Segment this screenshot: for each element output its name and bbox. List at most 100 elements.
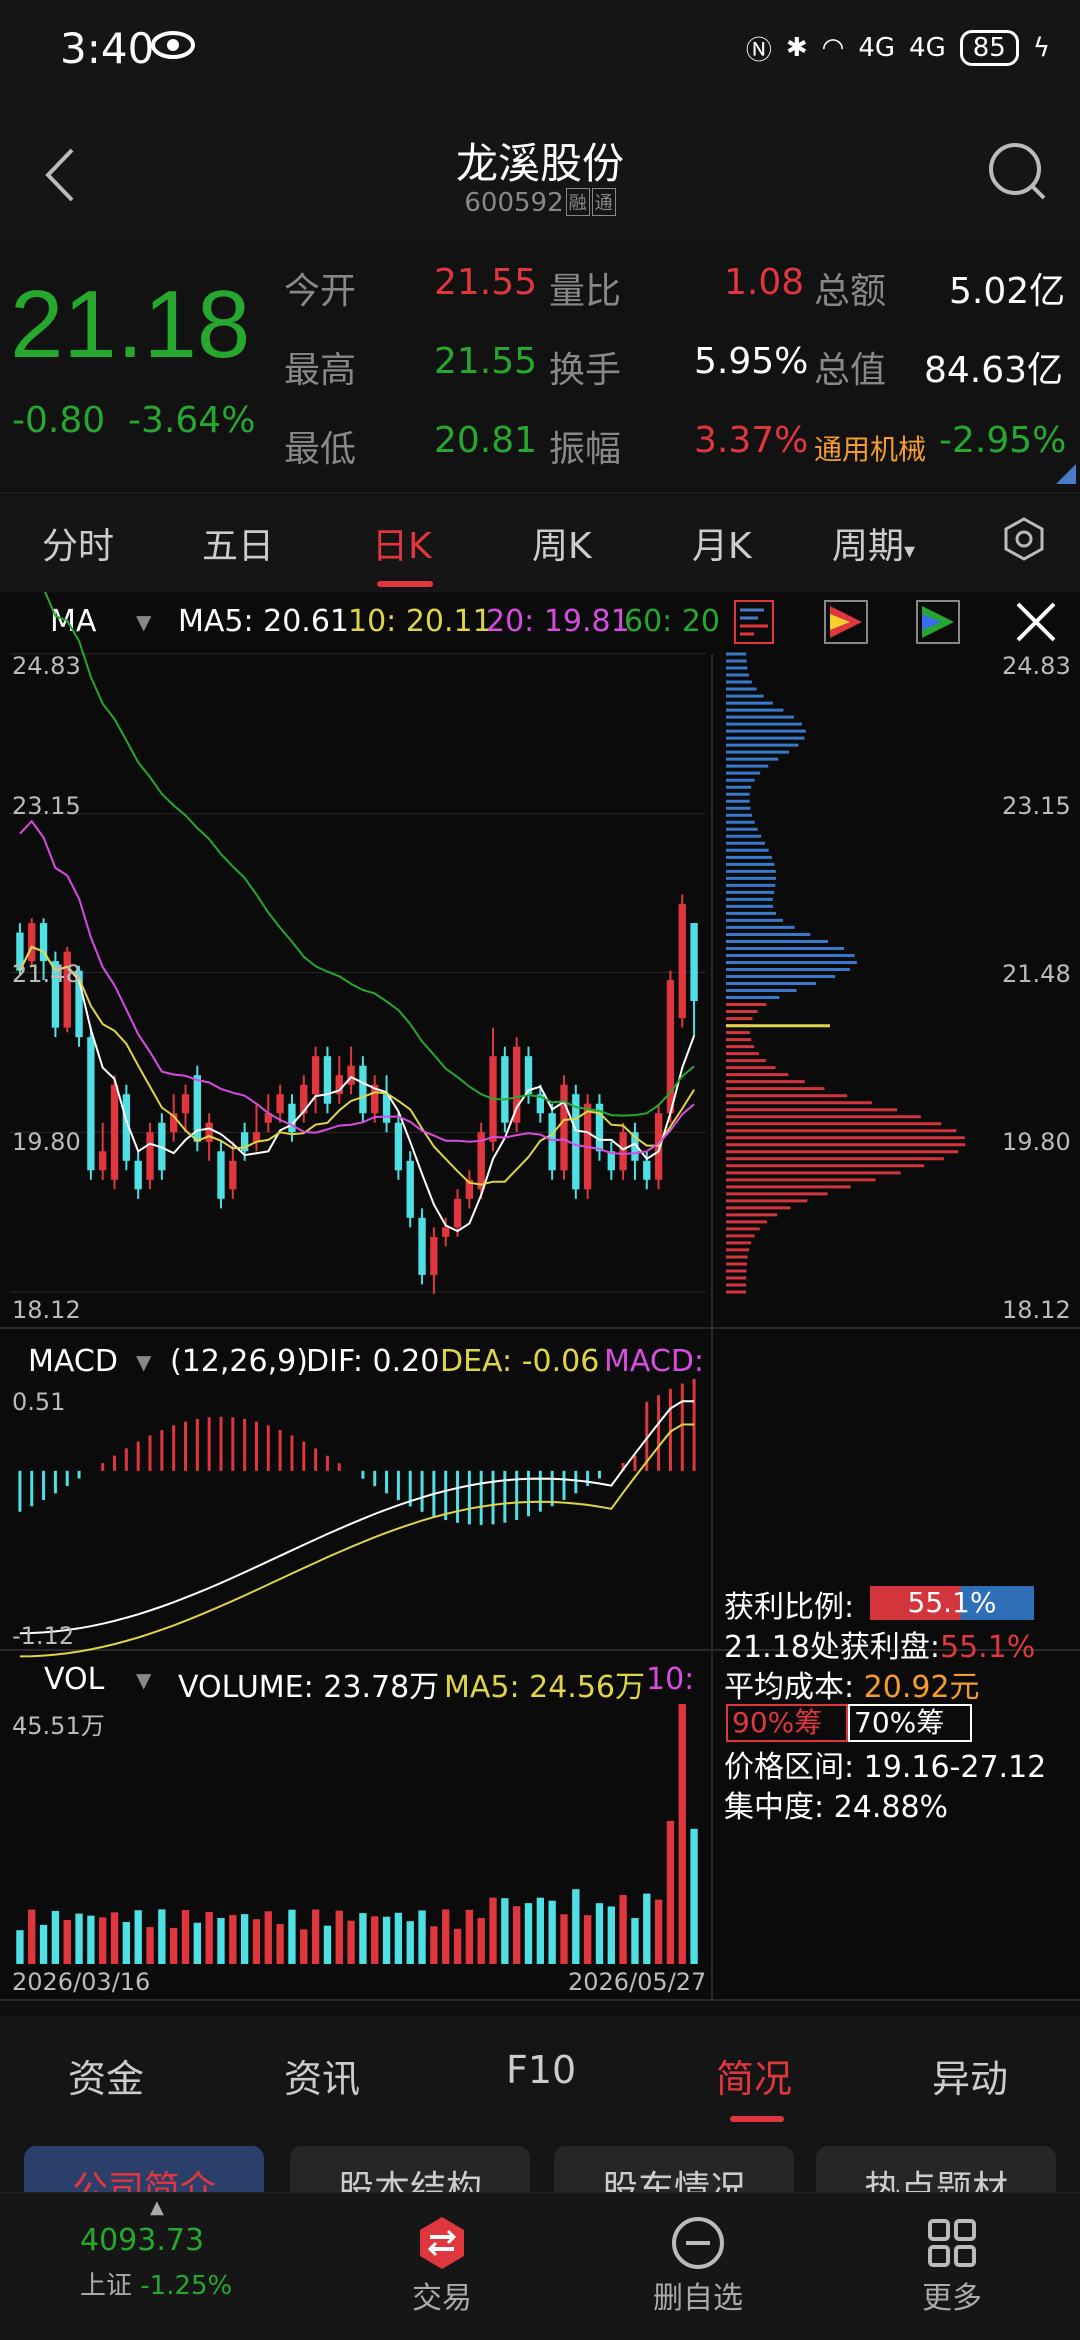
volume-bar (276, 1924, 284, 1964)
price-axis-label-right: 23.15 (1002, 792, 1071, 820)
macd-dif: DIF: 0.20 (306, 1344, 440, 1379)
macd-axis-label: -1.12 (12, 1622, 75, 1650)
volume-bar (690, 1828, 698, 1964)
stat-label: 振幅 (549, 429, 622, 470)
active-tab-indicator (377, 581, 433, 587)
volume-bar (654, 1899, 663, 1964)
candle-body (643, 1160, 651, 1180)
chip70-button[interactable]: 70%筹 (848, 1704, 972, 1742)
candle-body (134, 1160, 142, 1190)
tab-period-dropdown[interactable]: 周期▾ (832, 517, 915, 569)
volume-bar (453, 1928, 462, 1964)
volume-bar (524, 1903, 533, 1964)
profit-ratio-bar: 55.1% (870, 1586, 1034, 1620)
volume-bar (631, 1918, 639, 1964)
index-value[interactable]: 4093.73 (80, 2223, 204, 2258)
stock-code: 600592 (464, 188, 564, 218)
price-change: -0.80 -3.64% (12, 400, 255, 441)
subtab-shareholders[interactable]: 股东情况 (554, 2146, 794, 2192)
tab-monthly-k[interactable]: 月K (692, 517, 752, 569)
price-axis-label: 21.48 (12, 960, 81, 988)
period-label: 周期 (832, 526, 905, 567)
vol-volume: VOLUME: 23.78万 (178, 1670, 440, 1705)
tab-daily-k[interactable]: 日K (372, 517, 432, 569)
tab-minute[interactable]: 分时 (42, 517, 114, 569)
industry-link[interactable]: 通用机械 (814, 428, 926, 468)
chip90-button[interactable]: 90%筹 (726, 1704, 848, 1742)
signal-icon: 4G (858, 33, 896, 63)
settings-hexagon-icon[interactable] (1000, 515, 1048, 563)
avg-cost-label: 平均成本: (724, 1670, 855, 1705)
tab-five-day[interactable]: 五日 (202, 517, 274, 569)
subtab-hot-topics[interactable]: 热点题材 (816, 2146, 1056, 2192)
status-time: 3:40 (60, 24, 155, 73)
volume-bar (63, 1919, 71, 1964)
tab-news[interactable]: 资讯 (284, 2048, 360, 2103)
candle-body (276, 1094, 284, 1114)
search-icon[interactable] (982, 136, 1052, 206)
candle-body (501, 1056, 509, 1123)
macd-dropdown-icon[interactable]: ▼ (136, 1350, 151, 1374)
dea-line (19, 1423, 695, 1658)
profit-ratio-label: 获利比例: (724, 1590, 855, 1625)
bottom-bar: ▲ 4093.73 上证 -1.25% 交易 删自选 更多 (0, 2192, 1080, 2340)
expand-up-icon[interactable]: ▲ (150, 2197, 164, 2218)
vol-dropdown-icon[interactable]: ▼ (136, 1668, 151, 1692)
volume-bar (607, 1906, 615, 1964)
corner-expand-icon[interactable] (1056, 464, 1076, 484)
volume-bar (536, 1897, 544, 1964)
dropdown-triangle-icon: ▾ (904, 539, 916, 564)
volume-bar (16, 1930, 24, 1964)
volume-bar (28, 1909, 36, 1964)
volume-bar (418, 1910, 426, 1964)
volume-bar (347, 1920, 355, 1964)
stat-value: 1.08 (724, 262, 805, 303)
kline-chart-area[interactable]: MA ▼ MA5: 20.61 10: 20.11 20: 19.81 60: … (0, 592, 1080, 2002)
volume-bar (619, 1894, 627, 1964)
more-label[interactable]: 更多 (892, 2273, 1012, 2317)
macd-label[interactable]: MACD (28, 1344, 118, 1379)
connect-tag: 通 (591, 188, 616, 216)
more-grid-icon[interactable] (922, 2213, 982, 2273)
volume-bar (75, 1913, 83, 1964)
quote-row: 最高 21.55 换手 5.95% 总值 84.63亿 (284, 337, 1074, 416)
trade-icon[interactable] (412, 2213, 472, 2273)
volume-bar (170, 1927, 178, 1964)
overview-subtabs: 公司简介 股本结构 股东情况 热点题材 (0, 2132, 1080, 2192)
tab-anomaly[interactable]: 异动 (932, 2048, 1008, 2103)
tab-overview[interactable]: 简况 (716, 2048, 792, 2103)
vol-label[interactable]: VOL (44, 1662, 104, 1697)
candle-body (453, 1198, 462, 1228)
quote-row: 最低 20.81 振幅 3.37% 通用机械 -2.95% (284, 416, 1074, 495)
price-axis-label-right: 21.48 (1002, 960, 1071, 988)
volume-bar (406, 1921, 414, 1964)
end-date: 2026/05/27 (568, 1968, 707, 1996)
volume-bar (264, 1911, 272, 1964)
price-axis-label: 23.15 (12, 792, 81, 820)
start-date: 2026/03/16 (12, 1968, 151, 1996)
tab-weekly-k[interactable]: 周K (532, 517, 592, 569)
remove-favorite-icon[interactable] (668, 2213, 728, 2273)
volume-bar (217, 1918, 225, 1964)
subtab-share-structure[interactable]: 股本结构 (290, 2146, 530, 2192)
candle-body (619, 1132, 627, 1171)
candle-body (430, 1236, 438, 1275)
avg-cost-row: 平均成本: 20.92元 (724, 1662, 1080, 1705)
tab-f10[interactable]: F10 (506, 2048, 576, 2092)
stat-value: 20.81 (434, 420, 538, 461)
index-name-change[interactable]: 上证 -1.25% (80, 2265, 232, 2302)
price-axis-label-right: 24.83 (1002, 652, 1071, 680)
tab-funds[interactable]: 资金 (68, 2048, 144, 2103)
volume-bar (99, 1917, 107, 1964)
candle-body (99, 1151, 107, 1171)
margin-tag: 融 (565, 188, 590, 216)
candle-body (252, 1132, 261, 1142)
remove-favorite-label[interactable]: 删自选 (638, 2273, 758, 2317)
subtab-company-intro[interactable]: 公司简介 (24, 2146, 264, 2192)
candle-body (217, 1151, 225, 1199)
trade-label[interactable]: 交易 (382, 2273, 502, 2317)
volume-bar (371, 1916, 379, 1964)
price-axis-label-right: 19.80 (1002, 1128, 1071, 1156)
volume-bar (678, 1704, 686, 1964)
volume-bar (240, 1914, 249, 1964)
